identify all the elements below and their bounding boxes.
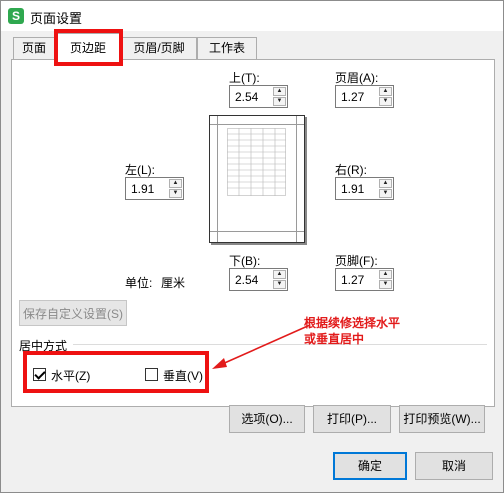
top-margin-value[interactable]: 2.54 xyxy=(235,90,258,104)
top-margin-increment-button[interactable]: ▲ xyxy=(273,87,286,96)
footer-margin-decrement-button[interactable]: ▼ xyxy=(379,280,392,289)
bottom-margin-label: 下(B): xyxy=(229,254,261,268)
annotation-line-1: 根据续修选择水平 xyxy=(304,316,401,330)
annotation-line-2: 或垂直居中 xyxy=(304,332,365,346)
header-margin-increment-button[interactable]: ▲ xyxy=(379,87,392,96)
header-margin-value[interactable]: 1.27 xyxy=(341,90,364,104)
tab-page[interactable]: 页面 xyxy=(13,37,55,59)
tab-margins[interactable]: 页边距 xyxy=(55,33,121,62)
vertical-center-checkbox[interactable] xyxy=(145,368,158,381)
left-margin-spinbox[interactable]: 1.91 ▲ ▼ xyxy=(125,177,184,200)
page-preview xyxy=(209,115,305,243)
right-margin-label: 右(R): xyxy=(335,163,367,177)
tab-header-footer[interactable]: 页眉/页脚 xyxy=(121,37,197,59)
footer-margin-label: 页脚(F): xyxy=(335,254,378,268)
page-setup-dialog: S 页面设置 页面 页边距 页眉/页脚 工作表 上(T): 2.54 ▲ ▼ 页… xyxy=(0,0,504,493)
preview-left-guide xyxy=(217,116,218,242)
tab-sheet[interactable]: 工作表 xyxy=(197,37,257,59)
left-margin-value[interactable]: 1.91 xyxy=(131,182,154,196)
left-margin-label: 左(L): xyxy=(125,163,156,177)
title-bar: S 页面设置 xyxy=(1,1,503,31)
bottom-margin-spinbox[interactable]: 2.54 ▲ ▼ xyxy=(229,268,288,291)
left-margin-decrement-button[interactable]: ▼ xyxy=(169,189,182,198)
horizontal-center-checkbox[interactable] xyxy=(33,368,46,381)
right-margin-value[interactable]: 1.91 xyxy=(341,182,364,196)
horizontal-center-label[interactable]: 水平(Z) xyxy=(51,367,90,384)
unit-value: 厘米 xyxy=(161,276,186,290)
unit-label: 单位: xyxy=(125,276,153,290)
footer-margin-increment-button[interactable]: ▲ xyxy=(379,270,392,279)
options-button[interactable]: 选项(O)... xyxy=(229,405,305,433)
preview-footer-guide xyxy=(210,231,304,232)
header-margin-spinbox[interactable]: 1.27 ▲ ▼ xyxy=(335,85,394,108)
right-margin-decrement-button[interactable]: ▼ xyxy=(379,189,392,198)
right-margin-increment-button[interactable]: ▲ xyxy=(379,179,392,188)
vertical-center-label[interactable]: 垂直(V) xyxy=(163,367,203,384)
bottom-margin-value[interactable]: 2.54 xyxy=(235,273,258,287)
print-preview-button[interactable]: 打印预览(W)... xyxy=(399,405,485,433)
annotation-arrow xyxy=(212,324,311,369)
header-margin-decrement-button[interactable]: ▼ xyxy=(379,97,392,106)
top-margin-label: 上(T): xyxy=(229,71,260,85)
centering-group-title: 居中方式 xyxy=(19,339,68,353)
top-margin-spinbox[interactable]: 2.54 ▲ ▼ xyxy=(229,85,288,108)
preview-cell-grid xyxy=(227,128,286,196)
window-title: 页面设置 xyxy=(30,11,83,26)
header-margin-label: 页眉(A): xyxy=(335,71,379,85)
bottom-margin-increment-button[interactable]: ▲ xyxy=(273,270,286,279)
cancel-button[interactable]: 取消 xyxy=(415,452,493,480)
ok-button[interactable]: 确定 xyxy=(333,452,407,480)
bottom-margin-decrement-button[interactable]: ▼ xyxy=(273,280,286,289)
wps-app-icon: S xyxy=(8,8,24,24)
footer-margin-value[interactable]: 1.27 xyxy=(341,273,364,287)
left-margin-increment-button[interactable]: ▲ xyxy=(169,179,182,188)
print-button[interactable]: 打印(P)... xyxy=(313,405,391,433)
save-custom-settings-button[interactable]: 保存自定义设置(S) xyxy=(19,300,127,326)
app-icon-letter: S xyxy=(11,9,20,23)
preview-header-guide xyxy=(210,124,304,125)
top-margin-decrement-button[interactable]: ▼ xyxy=(273,97,286,106)
preview-right-guide xyxy=(296,116,297,242)
right-margin-spinbox[interactable]: 1.91 ▲ ▼ xyxy=(335,177,394,200)
footer-margin-spinbox[interactable]: 1.27 ▲ ▼ xyxy=(335,268,394,291)
